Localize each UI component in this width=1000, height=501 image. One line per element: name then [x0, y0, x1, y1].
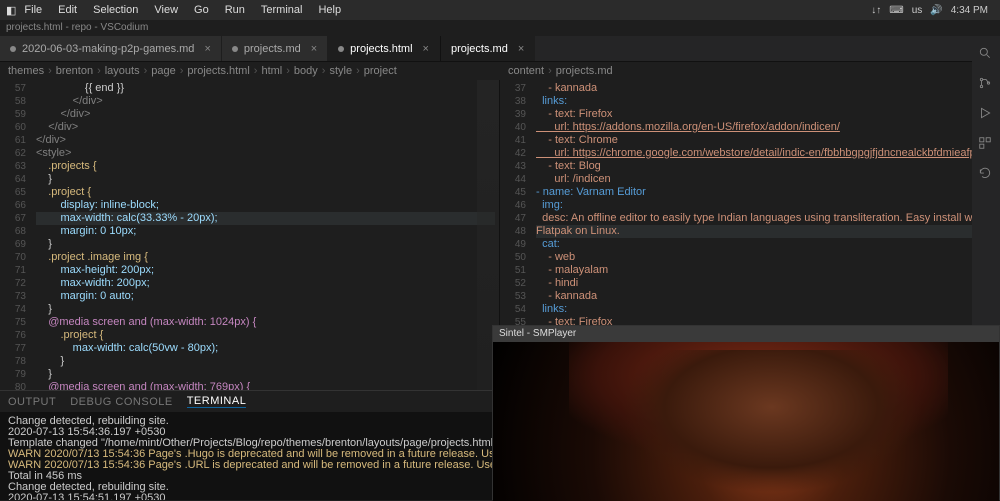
menu-go[interactable]: Go: [186, 2, 217, 18]
menu-run[interactable]: Run: [217, 2, 253, 18]
breadcrumb-right[interactable]: content›projects.md: [500, 62, 1000, 80]
panel-tab-terminal[interactable]: TERMINAL: [187, 395, 247, 408]
tab-projects.md[interactable]: projects.md×: [222, 36, 328, 61]
window-title: projects.html - repo - VSCodium: [0, 20, 1000, 36]
system-menubar: ◧ File Edit Selection View Go Run Termin…: [0, 0, 1000, 20]
close-icon[interactable]: ×: [311, 43, 317, 55]
smplayer-video[interactable]: [493, 342, 999, 501]
tray-volume-icon[interactable]: 🔊: [930, 5, 942, 16]
menu-terminal[interactable]: Terminal: [253, 2, 311, 18]
app-menu-icon[interactable]: ◧: [6, 4, 16, 17]
tray-clock[interactable]: 4:34 PM: [951, 5, 988, 16]
menu-edit[interactable]: Edit: [50, 2, 85, 18]
menu-view[interactable]: View: [146, 2, 186, 18]
tab-projects.html[interactable]: projects.html×: [328, 36, 440, 61]
smplayer-title[interactable]: Sintel - SMPlayer: [493, 326, 999, 342]
panel-tab-debug[interactable]: DEBUG CONSOLE: [70, 396, 172, 408]
tray-keyboard-icon[interactable]: ⌨: [889, 5, 903, 16]
breadcrumb-left[interactable]: themes›brenton›layouts›page›projects.htm…: [0, 62, 500, 80]
close-icon[interactable]: ×: [423, 43, 429, 55]
tray-network-icon[interactable]: ↓↑: [871, 5, 881, 16]
gutter-left: 5758596061626364656667686970717273747576…: [0, 80, 32, 390]
tray-layout[interactable]: us: [912, 5, 923, 16]
debug-icon[interactable]: [978, 106, 994, 122]
tab-2020-06-03-making-p2p-games.md[interactable]: 2020-06-03-making-p2p-games.md×: [0, 36, 222, 61]
refresh-icon[interactable]: [978, 166, 994, 182]
close-icon[interactable]: ×: [204, 43, 210, 55]
menu-help[interactable]: Help: [310, 2, 349, 18]
menu-selection[interactable]: Selection: [85, 2, 146, 18]
close-icon[interactable]: ×: [518, 43, 524, 55]
code-left[interactable]: {{ end }} </div> </div> </div></div><sty…: [32, 80, 499, 390]
source-control-icon[interactable]: [978, 76, 994, 92]
panel-tab-output[interactable]: OUTPUT: [8, 396, 56, 408]
tab-right-projects.md[interactable]: projects.md×: [441, 36, 535, 61]
menu-file[interactable]: File: [16, 2, 50, 18]
extensions-icon[interactable]: [978, 136, 994, 152]
search-icon[interactable]: [978, 46, 994, 62]
editor-left[interactable]: 5758596061626364656667686970717273747576…: [0, 80, 500, 390]
smplayer-window[interactable]: Sintel - SMPlayer: [492, 325, 1000, 500]
editor-tabs: 2020-06-03-making-p2p-games.md×projects.…: [0, 36, 1000, 62]
system-tray: ↓↑ ⌨ us 🔊 4:34 PM: [871, 5, 994, 16]
